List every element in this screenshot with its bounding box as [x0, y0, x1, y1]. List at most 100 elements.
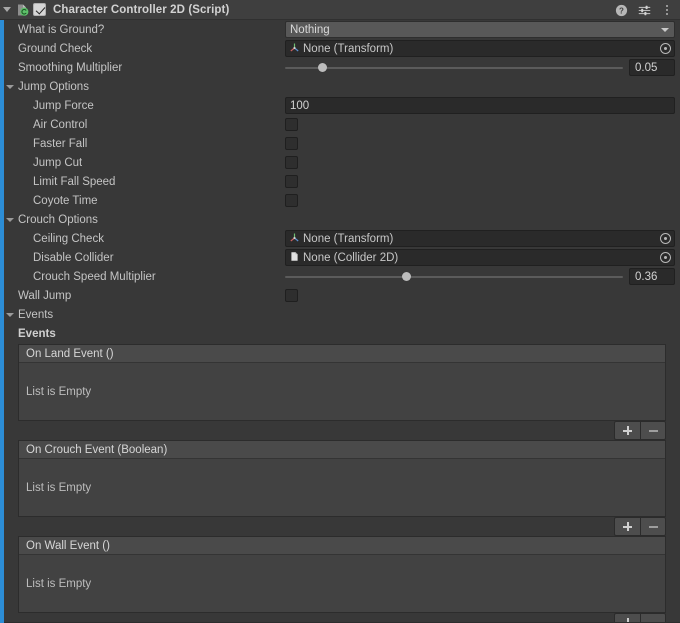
property-label: Ceiling Check: [33, 232, 104, 245]
plus-icon: [623, 522, 632, 531]
preset-icon[interactable]: [637, 3, 651, 17]
property-label: Smoothing Multiplier: [18, 61, 123, 74]
group-label: Events: [18, 308, 54, 321]
dropdown-value: Nothing: [290, 23, 330, 36]
group-foldout-wrap[interactable]: Crouch Options: [0, 214, 98, 226]
event-box-on-wall-event: On Wall Event () List is Empty: [18, 536, 666, 613]
property-label-wrap: Ground Check: [0, 43, 285, 55]
property-label: Jump Force: [33, 99, 94, 112]
layermask-dropdown-what-is-ground[interactable]: Nothing: [285, 21, 675, 38]
chevron-down-icon: [3, 7, 11, 12]
object-picker-icon[interactable]: [660, 252, 671, 263]
object-field-ceiling-check[interactable]: None (Transform): [285, 230, 675, 247]
property-label: Coyote Time: [33, 194, 98, 207]
property-row-air-control: Air Control: [0, 115, 680, 134]
empty-list-text: List is Empty: [26, 385, 92, 398]
checkbox-air-control[interactable]: [285, 118, 298, 131]
property-label-wrap: Smoothing Multiplier: [0, 62, 285, 74]
property-row-ground-check: Ground Check None (Transform): [0, 39, 680, 58]
property-label-wrap: What is Ground?: [0, 24, 285, 36]
collider-icon: [289, 251, 300, 265]
property-row-faster-fall: Faster Fall: [0, 134, 680, 153]
event-footer-on-land-event: [18, 421, 666, 440]
number-field-jump-force[interactable]: 100: [285, 97, 675, 114]
list-add-remove-buttons: [614, 517, 666, 536]
property-field: 0.05: [285, 58, 680, 77]
group-label: Crouch Options: [18, 213, 98, 226]
slider-smoothing-multiplier[interactable]: [285, 58, 623, 77]
empty-list-text: List is Empty: [26, 577, 92, 590]
add-listener-button[interactable]: [614, 421, 640, 440]
event-box-on-crouch-event: On Crouch Event (Boolean) List is Empty: [18, 440, 666, 517]
property-row-jump-force: Jump Force 100: [0, 96, 680, 115]
remove-listener-button[interactable]: [640, 517, 666, 536]
help-icon[interactable]: ?: [614, 3, 628, 17]
chevron-down-icon: [6, 84, 14, 89]
object-field-value: None (Transform): [303, 42, 394, 55]
property-row-disable-collider: Disable Collider None (Collider 2D): [0, 248, 680, 267]
svg-text:?: ?: [619, 6, 624, 15]
chevron-down-icon: [6, 312, 14, 317]
component-header[interactable]: Character Controller 2D (Script) ?: [0, 0, 680, 20]
slider-track: [285, 66, 623, 69]
event-footer-on-crouch-event: [18, 517, 666, 536]
remove-listener-button[interactable]: [640, 421, 666, 440]
chevron-down-icon: [661, 27, 669, 32]
slider-value-field[interactable]: 0.05: [629, 59, 675, 76]
property-label: Air Control: [33, 118, 88, 131]
property-label: Jump Cut: [33, 156, 83, 169]
list-add-remove-buttons: [614, 421, 666, 440]
property-row-what-is-ground: What is Ground? Nothing: [0, 20, 680, 39]
event-title: On Crouch Event (Boolean): [19, 441, 665, 459]
event-list-body[interactable]: List is Empty: [19, 459, 665, 516]
event-title: On Wall Event (): [19, 537, 665, 555]
transform-icon: [289, 42, 300, 56]
group-foldout-wrap[interactable]: Jump Options: [0, 81, 89, 93]
plus-icon: [623, 426, 632, 435]
object-field-ground-check[interactable]: None (Transform): [285, 40, 675, 57]
property-row-limit-fall-speed: Limit Fall Speed: [0, 172, 680, 191]
property-field: Nothing: [285, 20, 680, 39]
slider-handle[interactable]: [402, 272, 412, 281]
group-header-events[interactable]: Events: [0, 305, 680, 324]
checkbox-limit-fall-speed[interactable]: [285, 175, 298, 188]
property-row-coyote-time: Coyote Time: [0, 191, 680, 210]
slider-handle[interactable]: [317, 63, 327, 72]
slider-track: [285, 275, 623, 278]
minus-icon: [648, 525, 658, 528]
group-header-jump-options[interactable]: Jump Options: [0, 77, 680, 96]
property-label: Ground Check: [18, 42, 93, 55]
object-field-value: None (Collider 2D): [303, 251, 399, 264]
group-label: Jump Options: [18, 80, 89, 93]
transform-icon: [289, 232, 300, 246]
checkbox-coyote-time[interactable]: [285, 194, 298, 207]
slider-crouch-speed-multiplier[interactable]: [285, 267, 623, 286]
checkbox-faster-fall[interactable]: [285, 137, 298, 150]
event-list-body[interactable]: List is Empty: [19, 555, 665, 612]
checkbox-jump-cut[interactable]: [285, 156, 298, 169]
property-row-crouch-speed-multiplier: Crouch Speed Multiplier 0.36: [0, 267, 680, 286]
property-label: Faster Fall: [33, 137, 88, 150]
more-menu-icon[interactable]: [660, 3, 674, 17]
unity-inspector-panel: Character Controller 2D (Script) ? What …: [0, 0, 680, 623]
component-foldout-toggle[interactable]: [0, 0, 14, 20]
event-box-on-land-event: On Land Event () List is Empty: [18, 344, 666, 421]
group-foldout-wrap[interactable]: Events: [0, 309, 53, 321]
property-row-wall-jump: Wall Jump: [0, 286, 680, 305]
checkbox-wall-jump[interactable]: [285, 289, 298, 302]
property-label: What is Ground?: [18, 23, 105, 36]
events-section-title: Events: [18, 328, 56, 340]
add-listener-button[interactable]: [614, 517, 640, 536]
component-enabled-checkbox[interactable]: [33, 3, 46, 16]
object-field-disable-collider[interactable]: None (Collider 2D): [285, 249, 675, 266]
group-header-crouch-options[interactable]: Crouch Options: [0, 210, 680, 229]
event-list-body[interactable]: List is Empty: [19, 363, 665, 420]
property-field: None (Transform): [285, 39, 680, 58]
object-picker-icon[interactable]: [660, 43, 671, 54]
property-label: Disable Collider: [33, 251, 114, 264]
slider-value-field[interactable]: 0.36: [629, 268, 675, 285]
property-row-jump-cut: Jump Cut: [0, 153, 680, 172]
property-label: Crouch Speed Multiplier: [33, 270, 156, 283]
property-label: Wall Jump: [18, 289, 72, 302]
object-picker-icon[interactable]: [660, 233, 671, 244]
